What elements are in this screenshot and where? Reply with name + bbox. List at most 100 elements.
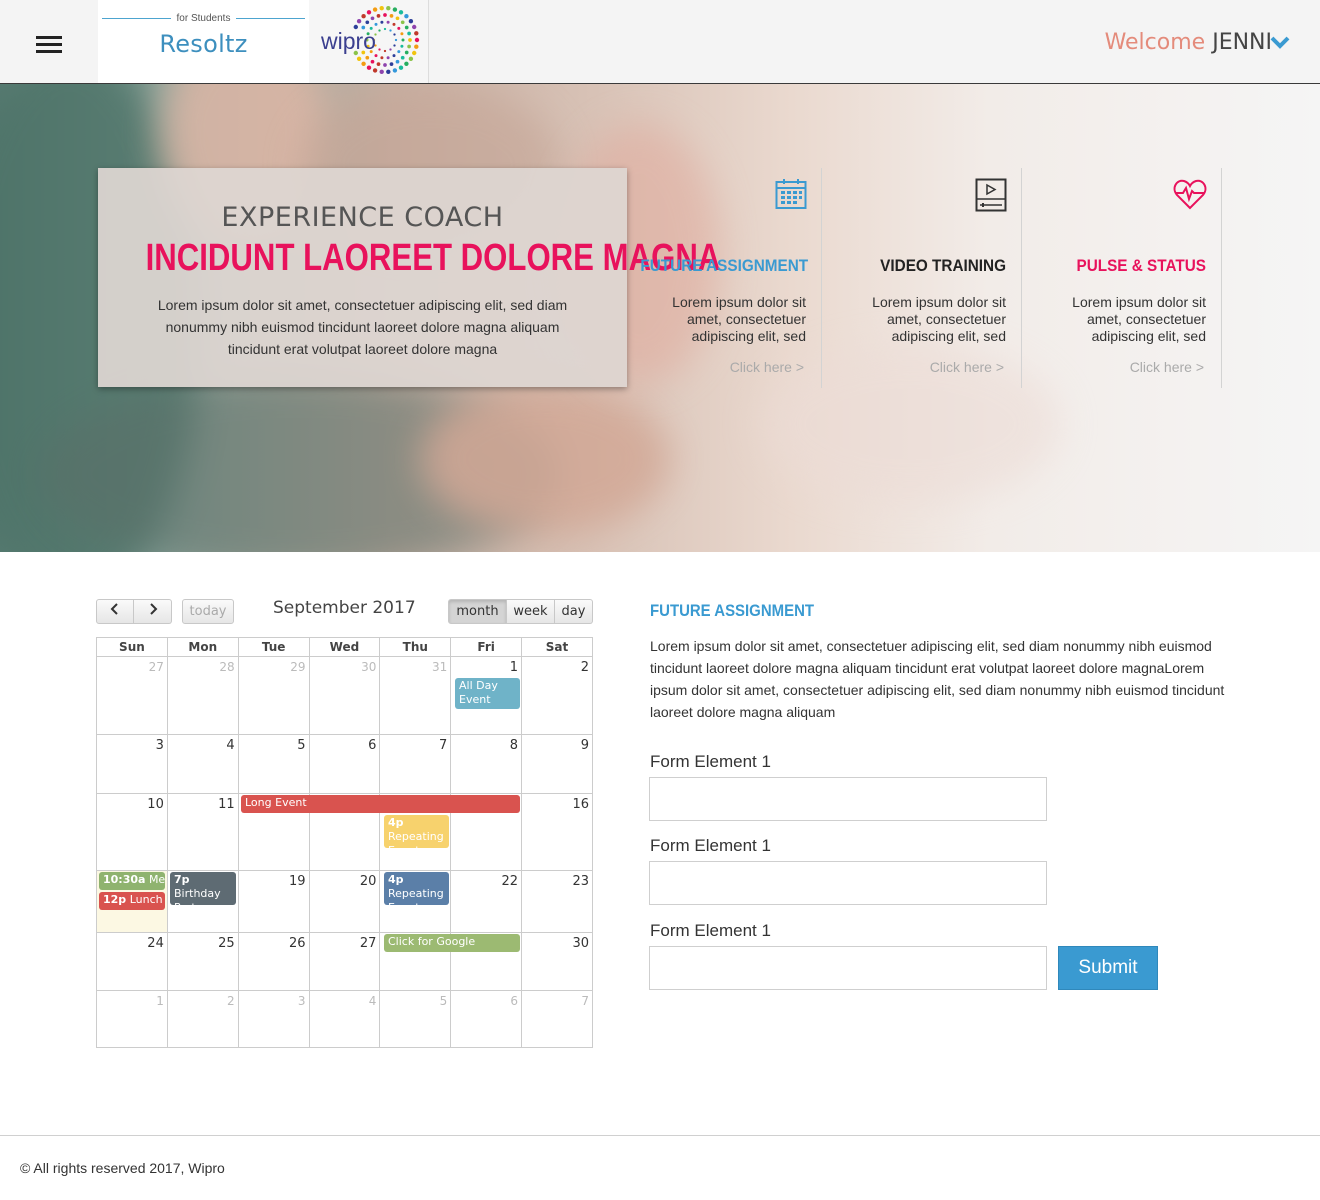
calendar-day-cell[interactable]: 19 xyxy=(237,870,310,933)
calendar-day-cell[interactable]: 16 xyxy=(521,793,593,871)
calendar-day-cell[interactable]: 2 xyxy=(166,990,239,1048)
calendar-event[interactable]: 7p Birthday Party xyxy=(170,872,236,905)
logo-dot xyxy=(386,6,391,11)
coach-title: INCIDUNT LAOREET DOLORE MAGNA xyxy=(145,237,721,279)
menu-icon[interactable] xyxy=(36,36,62,54)
weekday-header: Fri xyxy=(450,637,523,657)
calendar-day-cell[interactable]: 26 xyxy=(237,932,310,991)
calendar-day-cell[interactable]: 4 xyxy=(166,734,239,794)
calendar-day-cell[interactable]: 22 xyxy=(450,870,523,933)
day-number: 25 xyxy=(218,936,235,951)
submit-button[interactable]: Submit xyxy=(1058,946,1158,990)
calendar-day-cell[interactable]: 3 xyxy=(96,734,168,794)
calendar-day-cell[interactable]: 28 xyxy=(166,656,239,735)
day-number: 23 xyxy=(572,874,589,889)
day-number: 8 xyxy=(509,738,519,753)
calendar-day-cell[interactable]: 5 xyxy=(237,734,310,794)
logo-dot xyxy=(401,38,405,42)
calendar-event[interactable]: 4p Repeating Event xyxy=(384,815,449,848)
event-title: Repeating Event xyxy=(388,830,444,848)
calendar-day-cell[interactable]: 10 xyxy=(96,793,168,871)
calendar-event[interactable]: 4p Repeating Event xyxy=(384,872,449,905)
logo-dot xyxy=(404,25,409,30)
calendar-day-cell[interactable]: 6 xyxy=(450,990,523,1048)
calendar-event[interactable]: Click for Google xyxy=(384,934,520,952)
calendar-day-cell[interactable]: 6 xyxy=(308,734,381,794)
wipro-logo-text: wipro xyxy=(320,28,376,54)
logo-dot xyxy=(378,29,381,32)
calendar-day-cell[interactable]: 30 xyxy=(521,932,593,991)
form-element-1-input[interactable] xyxy=(649,777,1047,821)
logo-dot xyxy=(398,65,404,70)
logo-dot xyxy=(380,56,384,60)
event-time: 10:30a xyxy=(103,873,146,886)
logo-dot xyxy=(372,7,378,12)
calendar-next-button[interactable] xyxy=(134,599,172,624)
day-number: 1 xyxy=(156,994,164,1008)
logo-dot xyxy=(393,33,396,36)
welcome-message: Welcome JENNI xyxy=(1105,30,1272,55)
calendar-day-cell[interactable]: 27 xyxy=(96,656,168,735)
calendar-event[interactable]: 10:30a Meeting xyxy=(99,872,165,890)
calendar-day-cell[interactable]: 5 xyxy=(379,990,452,1048)
feature-video-training[interactable]: VIDEO TRAINING Lorem ipsum dolor sit ame… xyxy=(822,168,1022,388)
day-number: 3 xyxy=(155,738,164,753)
brand-logo[interactable]: for Students Resoltz xyxy=(98,0,309,83)
calendar-day-cell[interactable]: 2 xyxy=(521,656,593,735)
form-element-2-input[interactable] xyxy=(649,861,1047,905)
day-number: 16 xyxy=(572,797,589,812)
calendar-day-cell[interactable]: 11 xyxy=(166,793,239,871)
calendar-day-cell[interactable]: 24 xyxy=(96,932,168,991)
logo-dot xyxy=(404,50,409,55)
logo-dot xyxy=(374,22,378,26)
calendar-day-cell[interactable]: 29 xyxy=(237,656,310,735)
logo-dot xyxy=(414,44,419,49)
calendar-day-cell[interactable]: 27 xyxy=(308,932,381,991)
calendar-day-cell[interactable]: 7 xyxy=(379,734,452,794)
calendar-prev-button[interactable] xyxy=(96,599,134,624)
feature-link[interactable]: Click here > xyxy=(622,359,806,375)
calendar-day-cell[interactable]: 23 xyxy=(521,870,593,933)
day-number: 5 xyxy=(439,994,448,1008)
logo-dot xyxy=(370,16,375,21)
logo-dot xyxy=(386,56,390,60)
feature-link[interactable]: Click here > xyxy=(822,359,1006,375)
calendar-day-cell[interactable]: 7 xyxy=(521,990,593,1048)
calendar-day-cell[interactable]: 25 xyxy=(166,932,239,991)
day-number: 2 xyxy=(227,994,235,1008)
feature-future-assignment[interactable]: FUTURE ASSIGNMENT Lorem ipsum dolor sit … xyxy=(622,168,822,388)
view-month-button[interactable]: month xyxy=(448,599,507,624)
calendar-day-cell[interactable]: 9 xyxy=(521,734,593,794)
calendar-week-row: 3 4 5 6 7 8 9 xyxy=(96,734,593,794)
calendar-day-cell[interactable]: 1 xyxy=(96,990,168,1048)
calendar-day-cell[interactable]: 4 xyxy=(308,990,381,1048)
calendar-day-cell[interactable]: 8 xyxy=(450,734,523,794)
chevron-down-icon[interactable] xyxy=(1270,36,1290,50)
weekday-header: Thu xyxy=(379,637,452,657)
logo-dot xyxy=(379,69,384,75)
calendar-event[interactable]: All Day Event xyxy=(455,678,520,709)
calendar-day-cell[interactable]: 20 xyxy=(308,870,381,933)
calendar-day-cell[interactable]: 31 xyxy=(379,656,452,735)
calendar-day-cell[interactable]: 30 xyxy=(308,656,381,735)
view-day-button[interactable]: day xyxy=(555,599,593,624)
day-number: 22 xyxy=(501,874,519,889)
event-time: 7p xyxy=(174,873,190,886)
calendar-today-button[interactable]: today xyxy=(182,599,234,624)
weekday-header: Sat xyxy=(521,637,593,657)
calendar-event[interactable]: Long Event xyxy=(241,795,520,813)
form-element-3-input[interactable] xyxy=(649,946,1047,990)
logo-dot xyxy=(376,62,381,66)
feature-link[interactable]: Click here > xyxy=(1022,359,1206,375)
logo-dot xyxy=(397,26,401,30)
logo-dot xyxy=(400,32,404,36)
weekday-header: Wed xyxy=(308,637,381,657)
day-number: 28 xyxy=(219,660,235,674)
feature-pulse-status[interactable]: PULSE & STATUS Lorem ipsum dolor sit ame… xyxy=(1022,168,1222,388)
view-week-button[interactable]: week xyxy=(507,599,555,624)
calendar-event[interactable]: 12p Lunch xyxy=(99,892,165,910)
logo-dot xyxy=(386,20,390,24)
day-number: 19 xyxy=(288,874,306,889)
calendar-day-cell[interactable]: 3 xyxy=(237,990,310,1048)
day-number: 7 xyxy=(438,738,448,753)
